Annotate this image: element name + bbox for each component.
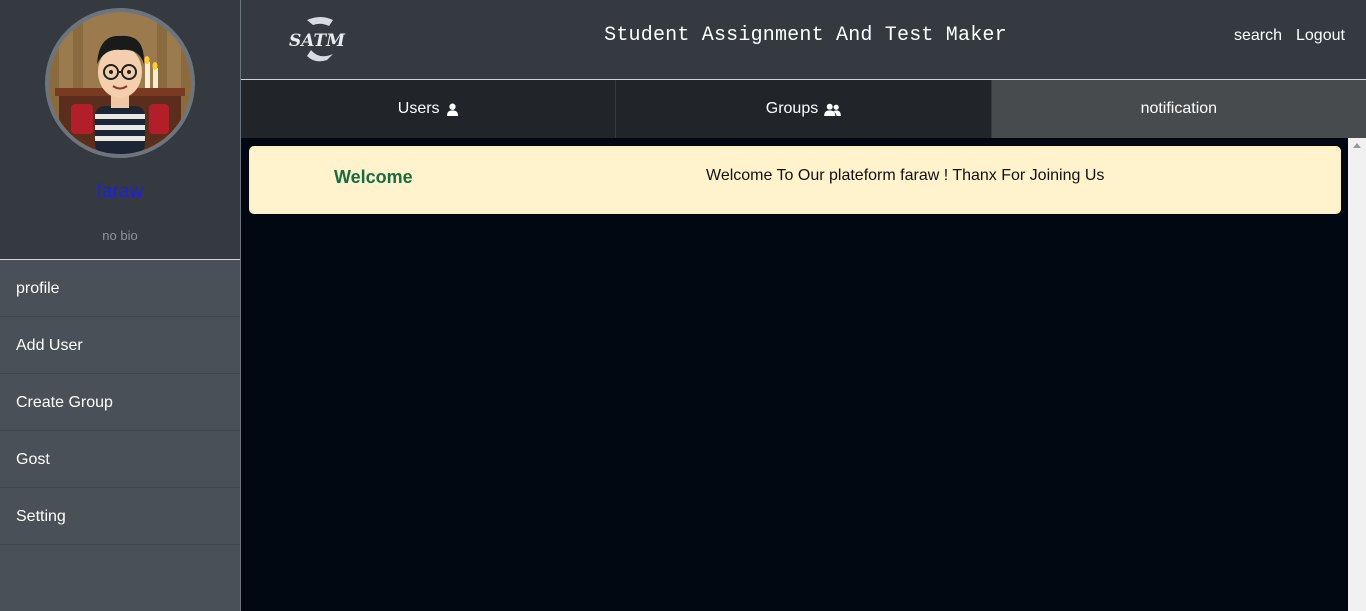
tab-users-label: Users	[397, 100, 440, 117]
users-icon	[824, 103, 842, 116]
tab-notification-label: notification	[1140, 100, 1218, 117]
app-title: Student Assignment And Test Maker	[604, 24, 1007, 47]
sidebar-item-setting[interactable]: Setting	[0, 488, 240, 545]
notification-title: Welcome	[334, 167, 413, 187]
profile-card: faraw no bio	[0, 0, 240, 260]
username[interactable]: faraw	[0, 181, 240, 203]
sidebar-item-profile[interactable]: profile	[0, 260, 240, 317]
main-tabs: Users Groups notification	[241, 80, 1366, 138]
tab-notification[interactable]: notification	[991, 80, 1366, 138]
notification-message: Welcome To Our plateform faraw ! Thanx F…	[706, 167, 1105, 184]
search-link[interactable]: search	[1234, 27, 1282, 45]
sidebar: faraw no bio profile Add User Create Gro…	[0, 0, 241, 611]
tab-users[interactable]: Users	[241, 80, 617, 138]
scroll-up-arrow-icon[interactable]	[1353, 143, 1361, 148]
avatar-illustration	[49, 12, 191, 154]
top-header: SATM Student Assignment And Test Maker s…	[241, 0, 1366, 80]
tab-groups[interactable]: Groups	[616, 80, 992, 138]
logout-link[interactable]: Logout	[1296, 27, 1345, 45]
notification-panel: Welcome Welcome To Our plateform faraw !…	[241, 138, 1348, 611]
content-scrollbar[interactable]	[1348, 138, 1366, 611]
user-icon	[446, 103, 458, 116]
tab-groups-label: Groups	[765, 100, 819, 117]
sidebar-item-create-group[interactable]: Create Group	[0, 374, 240, 431]
sidebar-item-gost[interactable]: Gost	[0, 431, 240, 488]
sidebar-item-add-user[interactable]: Add User	[0, 317, 240, 374]
user-bio: no bio	[102, 228, 138, 243]
avatar[interactable]	[45, 8, 195, 158]
notification-card[interactable]: Welcome Welcome To Our plateform faraw !…	[249, 146, 1341, 214]
